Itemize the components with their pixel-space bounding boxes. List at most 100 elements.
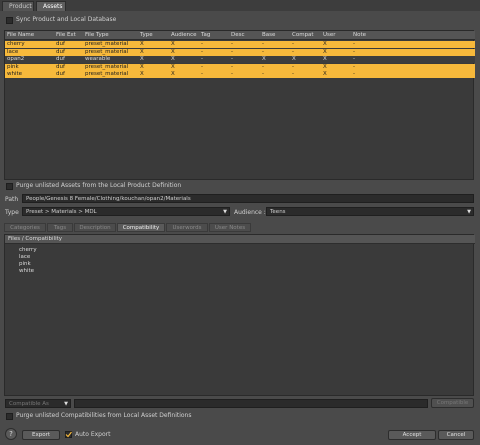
table-cell: - (353, 63, 355, 70)
table-cell: pink (7, 63, 19, 70)
col-header-base[interactable]: Base (262, 32, 275, 38)
subtab-user-notes[interactable]: User Notes (209, 223, 251, 232)
export-button[interactable]: Export (22, 430, 60, 440)
compatibility-header: Files / Compatibility (5, 235, 475, 244)
table-cell: - (231, 56, 233, 62)
table-cell: duf (56, 63, 65, 70)
subtab-userwords[interactable]: Userwords (166, 223, 208, 232)
audience-value: Teens (270, 209, 286, 215)
table-cell: X (323, 48, 327, 55)
table-cell: X (323, 56, 327, 62)
table-cell: - (353, 41, 355, 47)
table-cell: - (353, 71, 355, 77)
table-cell: - (262, 48, 264, 55)
col-header-note[interactable]: Note (353, 32, 366, 38)
list-item[interactable]: cherry (19, 247, 37, 253)
check-icon (65, 431, 72, 438)
col-header-file-ext[interactable]: File Ext (56, 32, 76, 38)
table-cell: X (323, 41, 327, 47)
subtab-tags[interactable]: Tags (47, 223, 73, 232)
compatible-as-dropdown[interactable]: Compatible As ▼ (5, 399, 71, 408)
compatible-input[interactable] (74, 399, 428, 408)
help-icon[interactable]: ? (5, 428, 17, 440)
col-header-audience[interactable]: Audience (171, 32, 197, 38)
col-header-user[interactable]: User (323, 32, 336, 38)
table-cell: X (140, 56, 144, 62)
path-label: Path (5, 196, 19, 203)
table-cell: - (292, 41, 294, 47)
tab-product[interactable]: Product (2, 1, 34, 11)
table-cell: X (171, 48, 175, 55)
table-cell: - (201, 63, 203, 70)
table-cell: - (231, 71, 233, 77)
table-cell: white (7, 71, 23, 77)
table-cell: duf (56, 56, 65, 62)
table-cell: X (171, 56, 175, 62)
top-tab-bar: Product Assets (0, 0, 480, 11)
table-cell: X (171, 41, 175, 47)
table-cell: duf (56, 48, 65, 55)
table-row[interactable]: cherry duf preset_material X X - - - - X - (5, 41, 475, 48)
col-header-file-type[interactable]: File Type (85, 32, 109, 38)
compatible-as-value: Compatible As (9, 401, 49, 407)
table-cell: wearable (85, 56, 111, 62)
table-cell: X (292, 56, 296, 62)
table-row[interactable]: lace duf preset_material X X - - - - X - (5, 48, 475, 56)
table-row[interactable]: opan2 duf wearable X X - - X X X - (5, 56, 475, 63)
table-row[interactable]: pink duf preset_material X X - - - - X - (5, 63, 475, 71)
list-item[interactable]: pink (19, 261, 31, 267)
tab-assets[interactable]: Assets (36, 1, 66, 11)
sync-label: Sync Product and Local Database (16, 16, 117, 23)
accept-button[interactable]: Accept (388, 430, 436, 440)
subtab-compatibility[interactable]: Compatibility (117, 223, 165, 232)
col-header-type[interactable]: Type (140, 32, 153, 38)
table-cell: - (231, 41, 233, 47)
col-header-compat[interactable]: Compat (292, 32, 314, 38)
table-row[interactable]: white duf preset_material X X - - - - X - (5, 71, 475, 78)
table-cell: - (201, 48, 203, 55)
compatible-button[interactable]: Compatible (431, 398, 474, 408)
table-cell: duf (56, 71, 65, 77)
audience-dropdown[interactable]: Teens ▼ (266, 207, 474, 216)
table-cell: X (140, 48, 144, 55)
asset-table: File Name File Ext File Type Type Audien… (4, 30, 475, 180)
purge-assets-label: Purge unlisted Assets from the Local Pro… (16, 182, 182, 189)
chevron-down-icon: ▼ (467, 209, 471, 215)
table-cell: X (323, 71, 327, 77)
table-cell: duf (56, 41, 65, 47)
table-cell: X (171, 63, 175, 70)
audience-label: Audience : (234, 209, 266, 216)
cancel-button[interactable]: Cancel (438, 430, 474, 440)
table-cell: - (262, 41, 264, 47)
table-cell: preset_material (85, 63, 129, 70)
list-item[interactable]: white (19, 268, 34, 274)
auto-export-label: Auto Export (75, 431, 111, 438)
chevron-down-icon: ▼ (64, 401, 68, 407)
auto-export-checkbox[interactable] (65, 431, 72, 438)
purge-compat-label: Purge unlisted Compatibilities from Loca… (16, 412, 192, 419)
table-cell: preset_material (85, 48, 129, 55)
table-cell: X (140, 41, 144, 47)
col-header-tag[interactable]: Tag (201, 32, 210, 38)
sync-checkbox[interactable] (6, 17, 13, 24)
table-cell: - (353, 48, 355, 55)
type-dropdown[interactable]: Preset > Materials > MDL ▼ (22, 207, 230, 216)
type-value: Preset > Materials > MDL (26, 209, 97, 215)
table-cell: X (171, 71, 175, 77)
table-cell: X (323, 63, 327, 70)
col-header-desc[interactable]: Desc (231, 32, 245, 38)
path-field[interactable]: People/Genesis 8 Female/Clothing/kouchan… (22, 194, 474, 203)
col-header-file-name[interactable]: File Name (7, 32, 34, 38)
table-header: File Name File Ext File Type Type Audien… (5, 31, 475, 40)
subtab-description[interactable]: Description (74, 223, 116, 232)
table-cell: - (292, 63, 294, 70)
subtab-categories[interactable]: Categories (4, 223, 46, 232)
table-cell: preset_material (85, 41, 129, 47)
table-cell: X (140, 63, 144, 70)
table-cell: - (231, 48, 233, 55)
purge-assets-checkbox[interactable] (6, 183, 13, 190)
list-item[interactable]: lace (19, 254, 30, 260)
table-cell: - (201, 56, 203, 62)
table-cell: - (201, 71, 203, 77)
purge-compat-checkbox[interactable] (6, 413, 13, 420)
